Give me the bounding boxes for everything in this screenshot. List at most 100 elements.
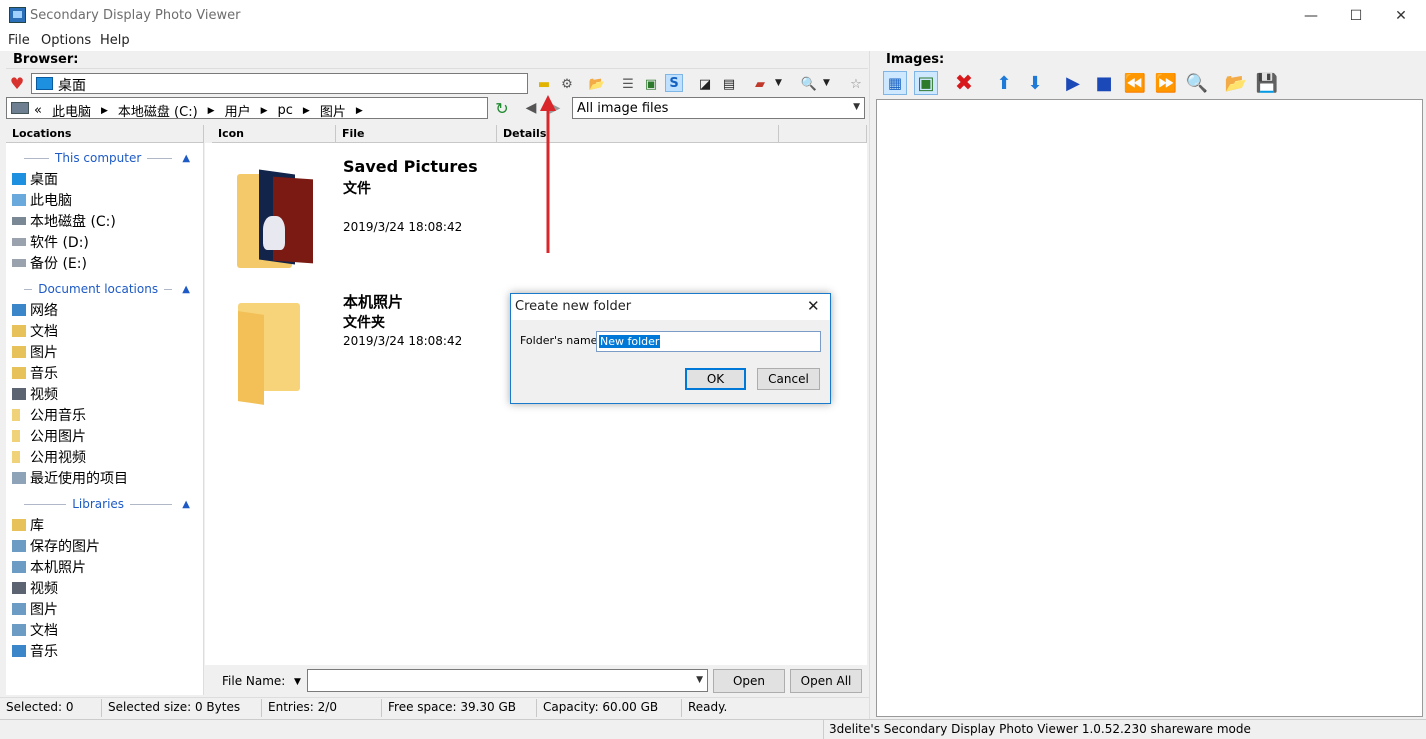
zoom-dropdown-chevron-icon[interactable]: ▼ xyxy=(823,78,830,88)
location-item[interactable]: 公用视频 xyxy=(12,447,86,467)
library-photos-icon xyxy=(12,561,26,573)
stop-icon[interactable]: ■ xyxy=(1092,71,1116,95)
breadcrumb-arrow-icon[interactable]: ▶ xyxy=(356,106,363,116)
favorite-heart-icon[interactable]: ♥ xyxy=(8,74,26,93)
favorites-folder-icon[interactable]: ☆ xyxy=(847,75,865,93)
location-item[interactable]: 文档 xyxy=(12,321,58,341)
book-dropdown-chevron-icon[interactable]: ▼ xyxy=(775,78,782,88)
save-icon[interactable]: 💾 xyxy=(1255,71,1279,95)
create-folder-dialog: Create new folder ✕ Folder's name: New f… xyxy=(510,293,831,404)
group-this-computer[interactable]: This computer ▲ xyxy=(18,150,190,166)
breadcrumb-item[interactable]: 此电脑 xyxy=(52,101,91,120)
folder-icon xyxy=(12,430,20,442)
location-item[interactable]: 视频 xyxy=(12,384,58,404)
cancel-button[interactable]: Cancel xyxy=(757,368,820,390)
address-field[interactable]: 桌面 xyxy=(31,73,528,94)
previous-icon[interactable]: ⏪ xyxy=(1123,71,1147,95)
status-entries: Entries: 2/0 xyxy=(264,699,382,717)
open-button[interactable]: Open xyxy=(713,669,785,693)
breadcrumb-prefix[interactable]: « xyxy=(34,103,42,118)
breadcrumb-arrow-icon[interactable]: ▶ xyxy=(208,106,215,116)
move-down-icon[interactable]: ⬇ xyxy=(1023,71,1047,95)
location-item[interactable]: 公用图片 xyxy=(12,426,86,446)
minimize-button[interactable]: — xyxy=(1288,0,1334,31)
dialog-close-icon[interactable]: ✕ xyxy=(807,297,820,315)
folder-flap xyxy=(238,311,264,405)
breadcrumb-item[interactable]: pc xyxy=(278,103,293,118)
column-header-file[interactable]: File xyxy=(336,125,497,143)
location-item[interactable]: 库 xyxy=(12,515,44,535)
new-folder-icon[interactable]: ▬ xyxy=(535,75,553,93)
menu-options[interactable]: Options xyxy=(41,33,91,48)
monitor-icon[interactable]: ▤ xyxy=(720,75,738,93)
zoom-icon[interactable]: 🔍 xyxy=(800,75,818,93)
slideshow-icon[interactable]: S xyxy=(665,74,683,92)
location-item[interactable]: 图片 xyxy=(12,342,58,362)
column-header-icon[interactable]: Icon xyxy=(212,125,336,143)
image-view-icon[interactable]: ▣ xyxy=(914,71,938,95)
location-item[interactable]: 保存的图片 xyxy=(12,536,100,556)
breadcrumb-item[interactable]: 用户 xyxy=(225,101,251,120)
location-item[interactable]: 软件 (D:) xyxy=(12,232,89,252)
open-all-button[interactable]: Open All xyxy=(790,669,862,693)
settings-gear-icon[interactable]: ⚙ xyxy=(558,75,576,93)
status-state: Ready. xyxy=(688,700,728,714)
ok-button[interactable]: OK xyxy=(685,368,746,390)
open-folder-icon[interactable]: 📂 xyxy=(1224,71,1248,95)
list-view-icon[interactable]: ☰ xyxy=(619,75,637,93)
collapse-chevron-icon[interactable]: ▲ xyxy=(182,153,190,164)
location-item[interactable]: 本机照片 xyxy=(12,557,86,577)
status-capacity: Capacity: 60.00 GB xyxy=(539,699,682,717)
location-item[interactable]: 本地磁盘 (C:) xyxy=(12,211,116,231)
column-header-locations[interactable]: Locations xyxy=(6,125,204,143)
file-filter-select[interactable]: All image files ▼ xyxy=(572,97,865,119)
location-item[interactable]: 桌面 xyxy=(12,169,58,189)
delete-icon[interactable]: ✖ xyxy=(952,71,976,96)
zoom-icon[interactable]: 🔍 xyxy=(1185,71,1209,95)
location-item[interactable]: 视频 xyxy=(12,578,58,598)
location-item[interactable]: 此电脑 xyxy=(12,190,72,210)
menu-help[interactable]: Help xyxy=(100,33,130,48)
folder-name-input[interactable]: New folder xyxy=(596,331,821,352)
breadcrumb-item[interactable]: 图片 xyxy=(320,101,346,120)
file-name-dropdown-icon[interactable]: ▼ xyxy=(294,677,301,687)
group-label: This computer xyxy=(55,151,142,165)
breadcrumb-arrow-icon[interactable]: ▶ xyxy=(261,106,268,116)
location-item[interactable]: 图片 xyxy=(12,599,58,619)
maximize-button[interactable]: ☐ xyxy=(1333,0,1379,31)
play-icon[interactable]: ▶ xyxy=(1061,71,1085,95)
location-item[interactable]: 音乐 xyxy=(12,641,58,661)
images-panel[interactable] xyxy=(876,99,1423,717)
group-document-locations[interactable]: Document locations ▲ xyxy=(18,281,190,297)
location-item[interactable]: 网络 xyxy=(12,300,58,320)
group-libraries[interactable]: Libraries ▲ xyxy=(18,496,190,512)
breadcrumb-arrow-icon[interactable]: ▶ xyxy=(101,106,108,116)
chevron-down-icon[interactable]: ▼ xyxy=(696,675,703,685)
file-name-label: File Name: xyxy=(222,674,286,688)
panel-splitter[interactable] xyxy=(869,51,875,719)
location-item[interactable]: 音乐 xyxy=(12,363,58,383)
location-item[interactable]: 备份 (E:) xyxy=(12,253,87,273)
location-item[interactable]: 公用音乐 xyxy=(12,405,86,425)
breadcrumb-arrow-icon[interactable]: ▶ xyxy=(303,106,310,116)
refresh-icon[interactable]: ↻ xyxy=(493,99,511,118)
thumbnail-view-icon[interactable]: ▣ xyxy=(642,75,660,93)
file-name-input[interactable]: ▼ xyxy=(307,669,708,692)
divider xyxy=(6,68,868,69)
collapse-chevron-icon[interactable]: ▲ xyxy=(182,499,190,510)
display-icon[interactable]: ◪ xyxy=(696,75,714,93)
close-button[interactable]: ✕ xyxy=(1378,0,1424,31)
chevron-down-icon[interactable]: ▼ xyxy=(853,102,860,112)
book-icon[interactable]: ▰ xyxy=(751,75,769,93)
breadcrumb-bar[interactable]: « 此电脑 ▶ 本地磁盘 (C:) ▶ 用户 ▶ pc ▶ 图片 ▶ xyxy=(6,97,488,120)
menu-file[interactable]: File xyxy=(8,33,30,48)
grid-view-icon[interactable]: ▦ xyxy=(883,71,907,95)
open-folder-icon[interactable]: 📂 xyxy=(588,75,606,93)
location-item[interactable]: 文档 xyxy=(12,620,58,640)
collapse-chevron-icon[interactable]: ▲ xyxy=(182,284,190,295)
move-up-icon[interactable]: ⬆ xyxy=(992,71,1016,95)
location-item[interactable]: 最近使用的项目 xyxy=(12,468,128,488)
next-icon[interactable]: ⏩ xyxy=(1154,71,1178,95)
list-item[interactable]: Saved Pictures 文件 2019/3/24 18:08:42 xyxy=(215,150,855,280)
breadcrumb-item[interactable]: 本地磁盘 (C:) xyxy=(118,101,198,120)
